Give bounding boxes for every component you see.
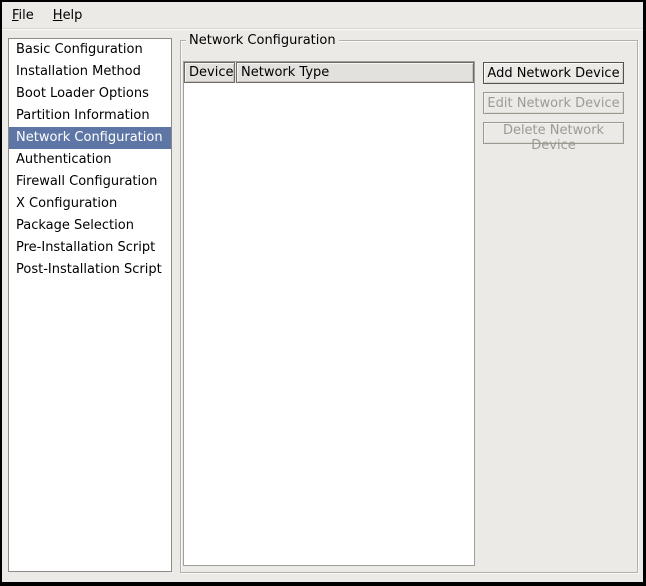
column-header-network-type[interactable]: Network Type [236,62,474,83]
table-body[interactable] [184,83,474,565]
menu-file[interactable]: File [3,2,44,29]
sidebar-item-firewall-configuration[interactable]: Firewall Configuration [9,171,171,193]
sidebar-item-network-configuration[interactable]: Network Configuration [9,127,171,149]
edit-network-device-button[interactable]: Edit Network Device [483,92,624,114]
sidebar-item-basic-configuration[interactable]: Basic Configuration [9,39,171,61]
sidebar-item-installation-method[interactable]: Installation Method [9,61,171,83]
sidebar-item-package-selection[interactable]: Package Selection [9,215,171,237]
frame-title: Network Configuration [186,33,339,48]
network-device-table: Device Network Type [183,61,475,566]
sidebar-item-partition-information[interactable]: Partition Information [9,105,171,127]
sidebar-item-x-configuration[interactable]: X Configuration [9,193,171,215]
network-configuration-frame: Network Configuration Device Network Typ… [180,40,638,573]
menubar: File Help [2,2,643,30]
column-header-device[interactable]: Device [184,62,235,83]
add-network-device-button[interactable]: Add Network Device [483,62,624,84]
sidebar-item-authentication[interactable]: Authentication [9,149,171,171]
menu-help[interactable]: Help [44,2,93,29]
table-header-row: Device Network Type [184,62,474,83]
sidebar-item-post-installation-script[interactable]: Post-Installation Script [9,259,171,281]
kickstart-configurator-window: File Help Basic Configuration Installati… [0,0,646,586]
device-action-buttons: Add Network Device Edit Network Device D… [483,62,624,144]
delete-network-device-button[interactable]: Delete Network Device [483,122,624,144]
sidebar-item-boot-loader-options[interactable]: Boot Loader Options [9,83,171,105]
section-list: Basic Configuration Installation Method … [8,38,172,572]
sidebar-item-pre-installation-script[interactable]: Pre-Installation Script [9,237,171,259]
